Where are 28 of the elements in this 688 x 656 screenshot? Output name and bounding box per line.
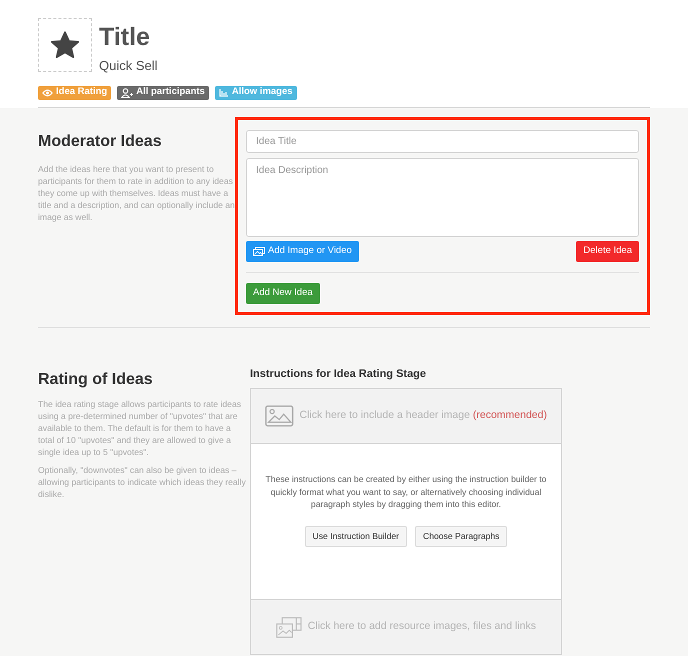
instructions-heading: Instructions for Idea Rating Stage <box>250 366 428 382</box>
header-image-dropzone[interactable]: Click here to include a header image (recommended) <box>251 389 561 444</box>
delete-idea-button[interactable]: Delete Idea <box>576 240 639 262</box>
tag: All participants <box>117 86 209 100</box>
section-heading: Moderator Ideas <box>38 132 163 152</box>
add-new-idea-button[interactable]: Add New Idea <box>246 282 320 304</box>
eye-icon <box>42 88 53 96</box>
page-subtitle: Quick Sell <box>99 57 158 75</box>
page-title: Title <box>99 22 151 53</box>
instructions-text: These instructions can be created by either using the instruction builder to quickly format what you want to say, or alternatively choosing individual paragraph styles by dragging them into this editor. <box>264 473 548 510</box>
tag: Idea Rating <box>38 86 112 100</box>
section-description: Optionally, "downvotes" can also be given to ideas – allowing participants to indicate which ideas they really dislike. <box>38 464 247 500</box>
header-image-prompt: Click here to include a header image (recommended) <box>300 408 547 424</box>
section-description: The idea rating stage allows participants to rate ideas using a pre-determined number of "upvotes" that are available to them. The default is for them to have a total of 10 "upvotes" and they are allowed to give a single idea up to 5 "upvotes". <box>38 398 242 458</box>
logo-placeholder[interactable] <box>38 18 92 72</box>
star-icon <box>50 30 80 60</box>
tag: Allow images <box>214 86 297 100</box>
add-media-button[interactable]: Add Image or Video <box>246 240 359 262</box>
editor-button[interactable]: Choose Paragraphs <box>415 526 508 546</box>
editor-button[interactable]: Use Instruction Builder <box>304 526 408 546</box>
idea-title-field[interactable]: Idea Title <box>246 130 639 152</box>
idea-description-field[interactable]: Idea Description <box>246 158 639 236</box>
section-heading: Rating of Ideas <box>38 370 154 390</box>
images-icon <box>252 246 265 256</box>
user-plus-icon <box>121 88 134 98</box>
resources-dropzone[interactable]: Click here to add resource images, files and links <box>251 599 561 654</box>
resources-prompt: Click here to add resource images, files and links <box>308 619 536 634</box>
section-description: Add the ideas here that you want to present to participants for them to rate in addition to any ideas they come up with themselves. Ideas must have a title and a description, and can optionally include an image as well. <box>38 162 235 222</box>
